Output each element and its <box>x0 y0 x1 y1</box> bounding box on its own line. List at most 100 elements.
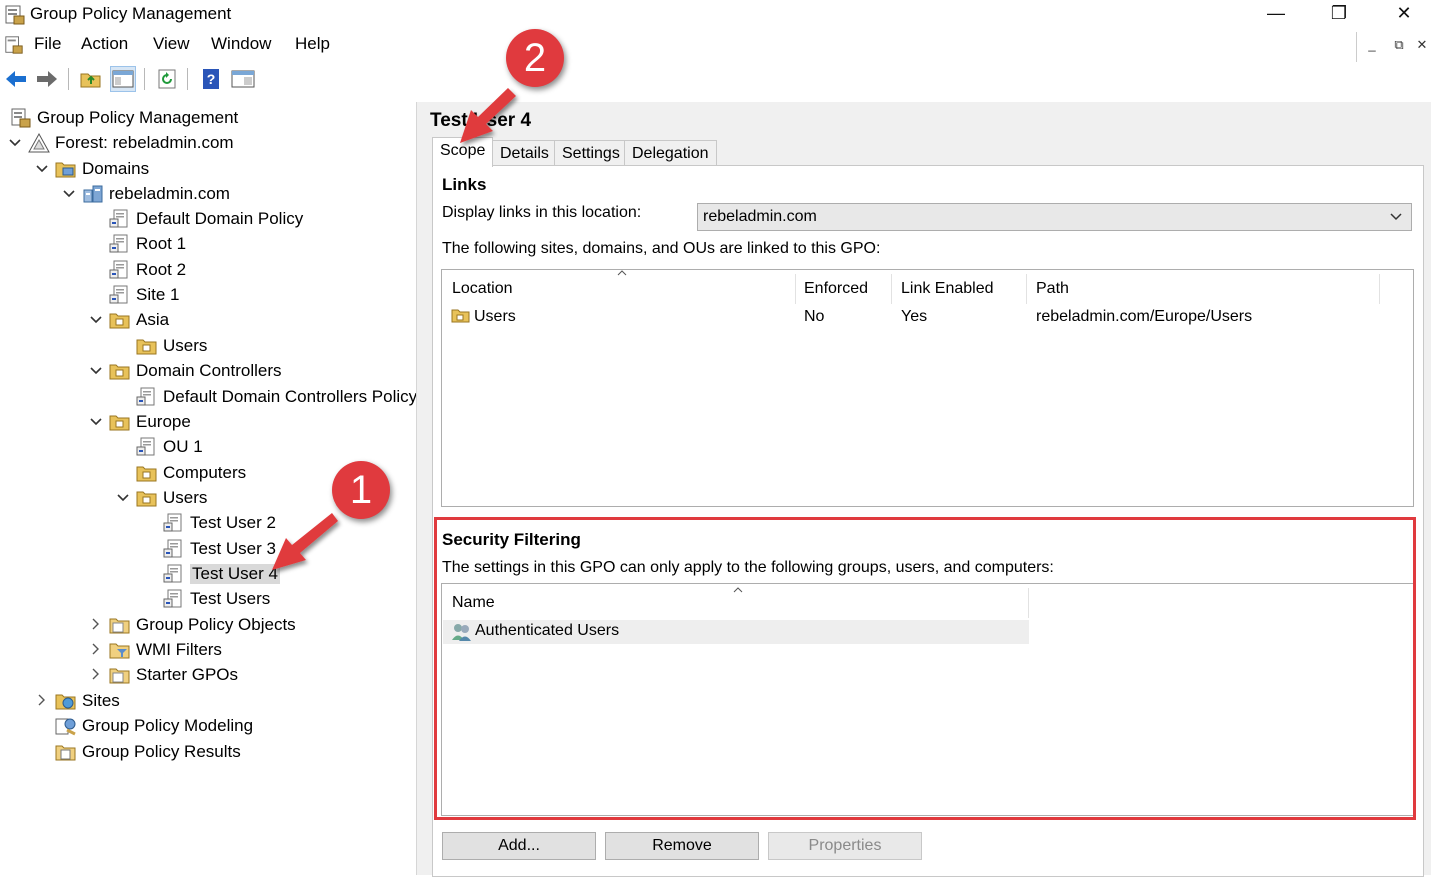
mdi-restore-button[interactable]: ⧉ <box>1388 36 1410 58</box>
menu-action[interactable]: Action <box>81 34 128 54</box>
up-folder-icon[interactable] <box>78 66 104 92</box>
tree-item-computers[interactable]: Computers <box>114 461 246 485</box>
add-button[interactable]: Add... <box>442 832 596 860</box>
collapse-chevron-icon[interactable] <box>114 491 132 506</box>
collapse-chevron-icon[interactable] <box>87 313 105 328</box>
row-enforced: No <box>804 308 825 325</box>
ou-folder-icon <box>109 412 131 432</box>
show-hide-tree-icon[interactable] <box>110 66 136 92</box>
tree-item-ou-1[interactable]: OU 1 <box>114 435 203 459</box>
menu-file[interactable]: File <box>34 34 61 54</box>
remove-button[interactable]: Remove <box>605 832 759 860</box>
list-item[interactable]: Authenticated Users <box>443 620 1029 644</box>
tree-item-label: Computers <box>163 463 247 482</box>
links-list[interactable]: Location Enforced Link Enabled Path User… <box>441 269 1414 507</box>
filter-icon <box>109 640 131 660</box>
forward-arrow-icon[interactable] <box>34 66 60 92</box>
table-row[interactable]: Users No Yes rebeladmin.com/Europe/Users <box>442 306 1413 330</box>
tree-item-test-user-4[interactable]: Test User 4 <box>141 562 280 586</box>
tree-item-starter-gpos[interactable]: Starter GPOs <box>87 663 238 687</box>
links-heading: Links <box>442 175 487 194</box>
column-enforced[interactable]: Enforced <box>794 274 892 304</box>
tree-item-label: Group Policy Management <box>37 108 239 127</box>
menu-window[interactable]: Window <box>211 34 271 54</box>
tree-item-asia-users[interactable]: Users <box>114 334 207 358</box>
tree-item-test-user-3[interactable]: Test User 3 <box>141 537 276 561</box>
tree-item-group-policy-objects[interactable]: Group Policy Objects <box>87 613 296 637</box>
restore-button[interactable]: ❐ <box>1316 0 1362 28</box>
menu-view[interactable]: View <box>153 34 190 54</box>
gpo-title: Test User 4 <box>430 110 532 131</box>
tab-scope[interactable]: Scope <box>432 137 494 167</box>
tree-item-default-dc-policy[interactable]: Default Domain Controllers Policy <box>114 385 416 409</box>
tree-item-test-user-2[interactable]: Test User 2 <box>141 511 276 535</box>
linked-gpo-label: The following sites, domains, and OUs ar… <box>442 240 881 257</box>
tree-item-europe-users[interactable]: Users <box>114 486 207 510</box>
expand-chevron-icon[interactable] <box>33 694 51 709</box>
security-filter-list[interactable]: Name Authenticated Users <box>441 583 1414 816</box>
tree-item-root-2[interactable]: Root 2 <box>87 258 186 282</box>
gpo-link-icon <box>163 589 185 609</box>
domain-icon <box>82 184 104 204</box>
tree-item-label: Users <box>163 336 208 355</box>
collapse-chevron-icon[interactable] <box>33 162 51 177</box>
tree-item-root-1[interactable]: Root 1 <box>87 232 186 256</box>
minimize-button[interactable]: — <box>1253 0 1299 28</box>
tree-item-group-policy-management[interactable]: Group Policy Management <box>6 106 238 130</box>
help-icon[interactable]: ? <box>198 66 224 92</box>
mdi-close-button[interactable]: ✕ <box>1413 36 1431 58</box>
domains-icon <box>55 159 77 179</box>
tree-item-europe[interactable]: Europe <box>87 410 191 434</box>
chevron-down-icon <box>1389 204 1403 238</box>
tab-details[interactable]: Details <box>492 140 557 166</box>
tab-delegation[interactable]: Delegation <box>624 140 717 166</box>
tree-item-group-policy-modeling[interactable]: Group Policy Modeling <box>33 714 253 738</box>
collapse-chevron-icon[interactable] <box>60 187 78 202</box>
tree-item-group-policy-results[interactable]: Group Policy Results <box>33 740 241 764</box>
ou-folder-icon <box>451 306 471 329</box>
refresh-icon[interactable] <box>155 66 181 92</box>
svg-text:?: ? <box>207 71 216 87</box>
properties-view-icon[interactable] <box>230 66 256 92</box>
title-bar: Group Policy Management — ❐ ✕ <box>0 0 1431 30</box>
mdi-minimize-button[interactable]: _ <box>1361 36 1383 58</box>
tree-item-site-1[interactable]: Site 1 <box>87 283 179 307</box>
expand-chevron-icon[interactable] <box>87 668 105 683</box>
column-path[interactable]: Path <box>1026 274 1380 304</box>
tree-item-label: Users <box>163 488 208 507</box>
security-filtering-label: The settings in this GPO can only apply … <box>442 559 1054 576</box>
tree-item-default-domain-policy[interactable]: Default Domain Policy <box>87 207 303 231</box>
tree-item-label: Europe <box>136 412 191 431</box>
column-link-enabled[interactable]: Link Enabled <box>891 274 1027 304</box>
tab-settings[interactable]: Settings <box>554 140 628 166</box>
collapse-chevron-icon[interactable] <box>87 415 105 430</box>
expand-chevron-icon[interactable] <box>87 618 105 633</box>
expand-chevron-icon[interactable] <box>87 643 105 658</box>
back-arrow-icon[interactable] <box>3 66 29 92</box>
gpo-link-icon <box>136 387 158 407</box>
tree-item-label: Site 1 <box>136 285 180 304</box>
menu-help[interactable]: Help <box>295 34 330 54</box>
tree-item-test-users[interactable]: Test Users <box>141 587 270 611</box>
gpo-link-icon <box>163 564 185 584</box>
row-path: rebeladmin.com/Europe/Users <box>1036 308 1253 325</box>
tree-item-domains[interactable]: Domains <box>33 157 149 181</box>
close-button[interactable]: ✕ <box>1381 0 1427 28</box>
tree-item-wmi-filters[interactable]: WMI Filters <box>87 638 222 662</box>
menu-app-icon <box>4 35 24 60</box>
collapse-chevron-icon[interactable] <box>6 136 24 151</box>
tree-item-label: Group Policy Results <box>82 742 241 761</box>
tree-item-label: Test User 2 <box>190 513 276 532</box>
tree-item-asia[interactable]: Asia <box>87 308 169 332</box>
tree-item-forest[interactable]: Forest: rebeladmin.com <box>6 131 234 155</box>
properties-button[interactable]: Properties <box>768 832 922 860</box>
tree-item-sites[interactable]: Sites <box>33 689 120 713</box>
tree-item-label: Sites <box>82 691 120 710</box>
collapse-chevron-icon[interactable] <box>87 364 105 379</box>
sort-ascending-icon <box>732 582 744 600</box>
folder-icon <box>109 665 131 685</box>
tree-item-domain[interactable]: rebeladmin.com <box>60 182 230 206</box>
location-dropdown[interactable]: rebeladmin.com <box>697 203 1412 231</box>
tree-item-domain-controllers[interactable]: Domain Controllers <box>87 359 282 383</box>
tree-item-label: Asia <box>136 310 170 329</box>
